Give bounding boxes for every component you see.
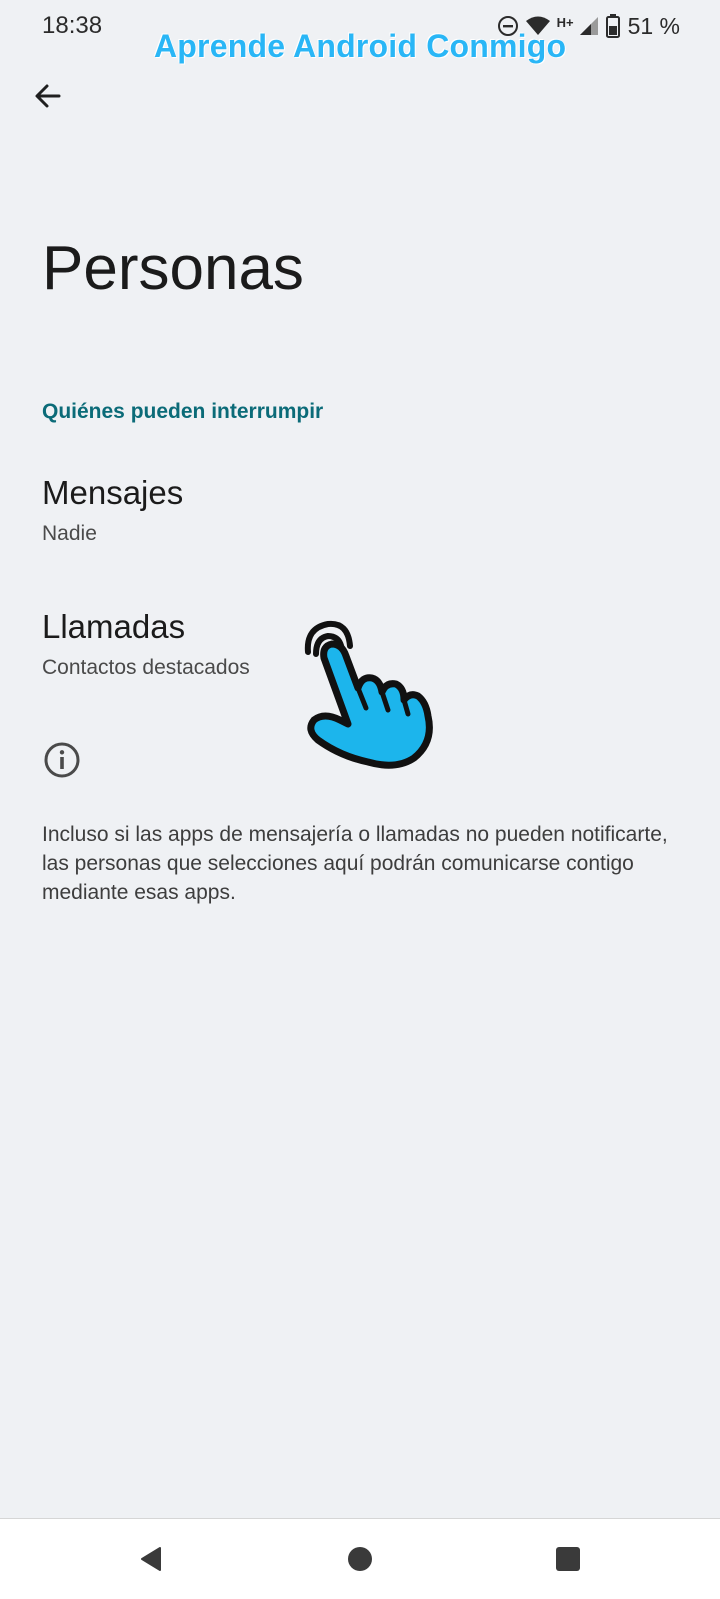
nav-home-button[interactable] bbox=[336, 1535, 384, 1583]
signal-icon bbox=[579, 17, 598, 35]
back-button[interactable] bbox=[22, 70, 74, 122]
nav-recents-button[interactable] bbox=[544, 1535, 592, 1583]
arrow-back-icon bbox=[35, 84, 61, 108]
pref-item-summary: Contactos destacados bbox=[42, 656, 250, 679]
nav-recents-icon bbox=[556, 1547, 580, 1571]
pref-item-mensajes[interactable]: Mensajes Nadie bbox=[0, 460, 720, 570]
watermark-text: Aprende Android Conmigo bbox=[154, 28, 567, 64]
battery-percent: 51 % bbox=[627, 12, 680, 39]
pref-item-summary: Nadie bbox=[42, 522, 97, 545]
pointing-hand-icon bbox=[304, 620, 433, 769]
nav-back-button[interactable] bbox=[128, 1535, 176, 1583]
navigation-bar bbox=[0, 1518, 720, 1599]
nav-home-icon bbox=[348, 1547, 372, 1571]
pref-item-title: Llamadas bbox=[42, 608, 186, 645]
info-icon bbox=[44, 742, 80, 778]
status-time: 18:38 bbox=[42, 12, 103, 39]
section-header: Quiénes pueden interrumpir bbox=[42, 400, 324, 423]
footer-description: Incluso si las apps de mensajería o llam… bbox=[42, 823, 668, 904]
battery-icon bbox=[605, 14, 620, 38]
page-title: Personas bbox=[42, 234, 304, 303]
pref-item-title: Mensajes bbox=[42, 474, 184, 511]
nav-back-icon bbox=[141, 1547, 161, 1571]
